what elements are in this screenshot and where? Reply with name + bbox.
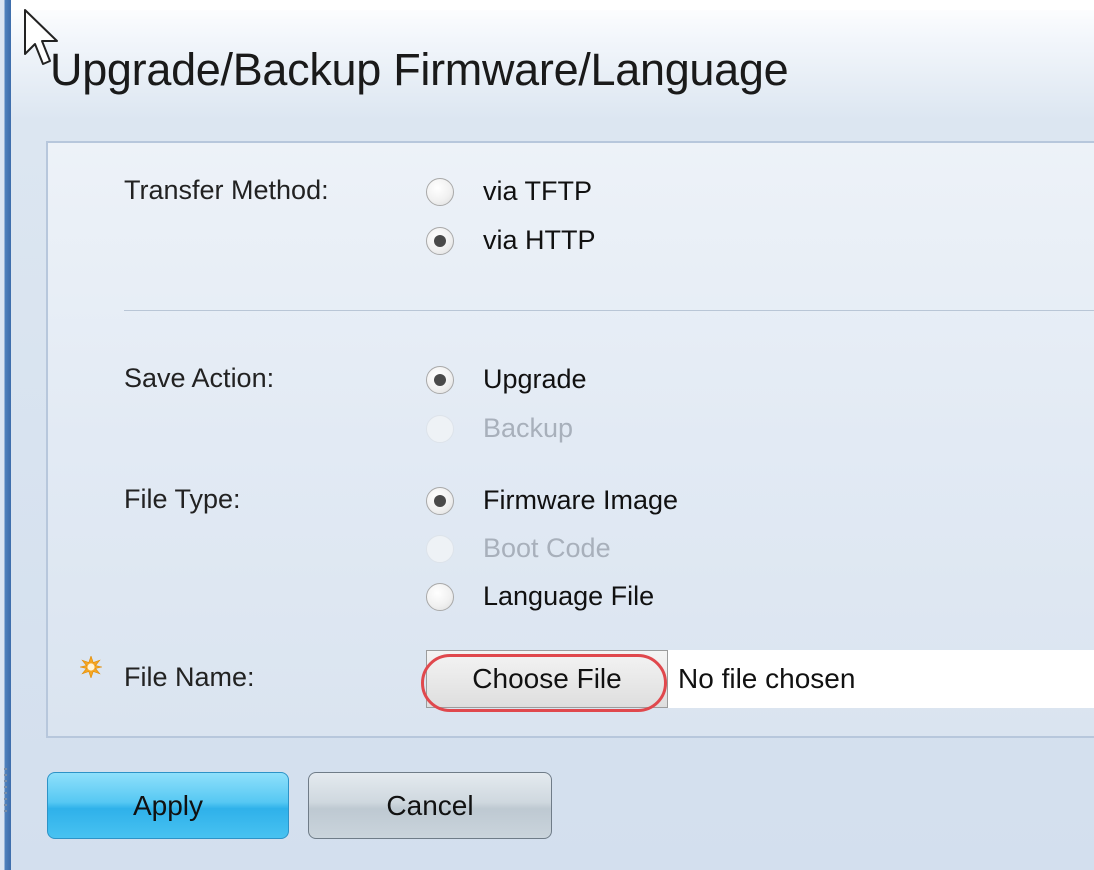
section-divider [124, 310, 1094, 311]
radio-label-language-file: Language File [483, 581, 655, 611]
radio-label-backup: Backup [483, 413, 574, 443]
radio-label-via-tftp: via TFTP [483, 176, 593, 206]
left-frame-border [0, 0, 11, 870]
radio-via-http[interactable] [426, 226, 454, 255]
choose-file-button[interactable]: Choose File [426, 650, 668, 708]
radio-boot-code [426, 534, 454, 563]
required-star-icon [80, 656, 102, 678]
page-title: Upgrade/Backup Firmware/Language [50, 44, 789, 95]
file-type-label: File Type: [124, 484, 241, 514]
window-top-edge [0, 0, 1094, 10]
apply-button[interactable]: Apply [47, 772, 289, 839]
radio-backup [426, 414, 454, 443]
radio-label-firmware-image: Firmware Image [483, 485, 679, 515]
file-input[interactable]: Choose File No file chosen [426, 650, 1094, 708]
radio-option-via-tftp[interactable]: via TFTP [426, 176, 592, 207]
cancel-button[interactable]: Cancel [308, 772, 552, 839]
radio-label-via-http: via HTTP [483, 225, 596, 255]
transfer-method-label: Transfer Method: [124, 175, 329, 205]
file-name-label: File Name: [124, 662, 255, 692]
radio-option-backup: Backup [426, 413, 573, 444]
radio-label-upgrade: Upgrade [483, 364, 587, 394]
radio-option-language-file[interactable]: Language File [426, 581, 654, 612]
radio-option-upgrade[interactable]: Upgrade [426, 364, 587, 395]
file-status-text: No file chosen [668, 650, 1094, 708]
radio-language-file[interactable] [426, 582, 454, 611]
save-action-label: Save Action: [124, 363, 275, 393]
radio-option-firmware-image[interactable]: Firmware Image [426, 485, 678, 516]
radio-via-tftp[interactable] [426, 177, 454, 206]
radio-upgrade[interactable] [426, 365, 454, 394]
radio-label-boot-code: Boot Code [483, 533, 611, 563]
radio-option-via-http[interactable]: via HTTP [426, 225, 596, 256]
radio-option-boot-code: Boot Code [426, 533, 611, 564]
splitter-handle[interactable] [4, 768, 7, 812]
radio-firmware-image[interactable] [426, 486, 454, 515]
